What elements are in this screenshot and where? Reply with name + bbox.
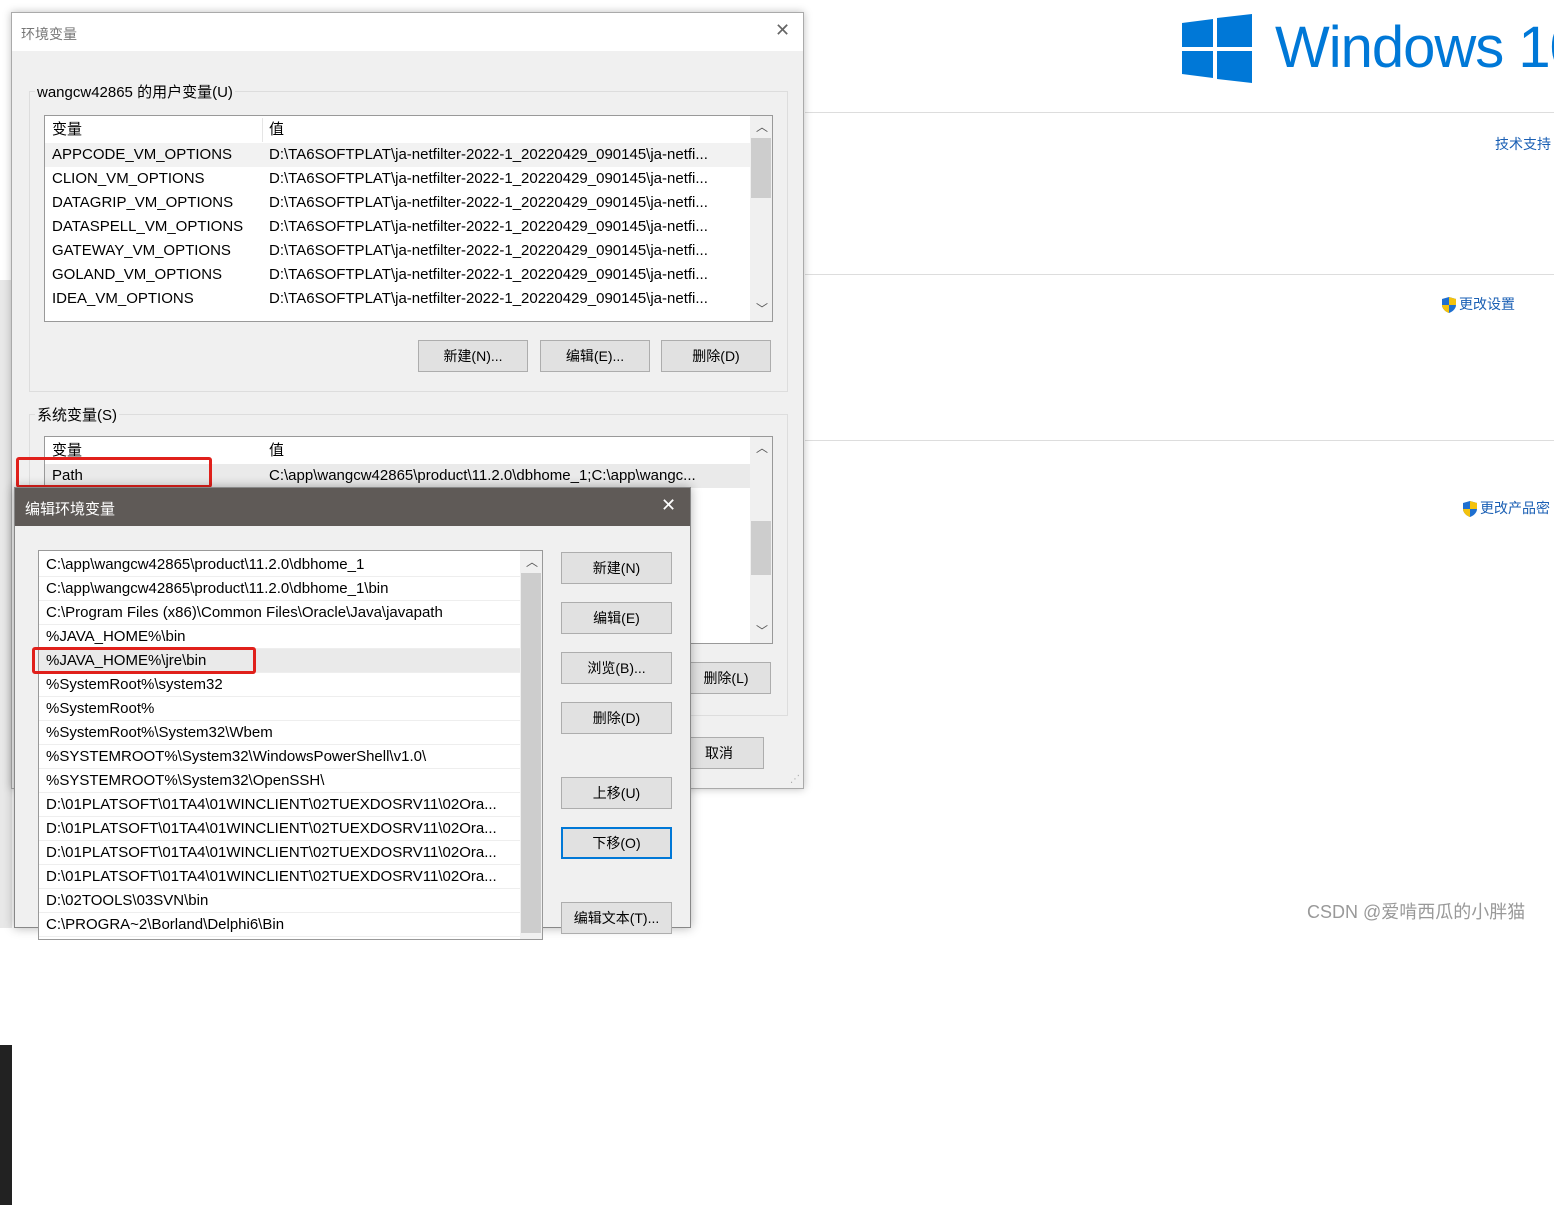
chevron-down-icon[interactable]: ﹀ — [756, 300, 768, 317]
list-item[interactable]: %SystemRoot% — [39, 697, 520, 721]
move-up-button[interactable]: 上移(U) — [561, 777, 672, 809]
column-header-value: 值 — [269, 442, 285, 459]
list-item[interactable]: C:\app\wangcw42865\product\11.2.0\dbhome… — [39, 553, 520, 577]
column-header-value: 值 — [269, 121, 285, 138]
chevron-down-icon[interactable]: ﹀ — [756, 622, 768, 639]
windows-logo-icon — [1182, 14, 1252, 83]
title-bar: 编辑环境变量 ✕ — [15, 488, 690, 526]
variable-value: D:\TA6SOFTPLAT\ja-netfilter-2022-1_20220… — [269, 146, 708, 163]
edit-button[interactable]: 编辑(E) — [561, 602, 672, 634]
button-label: 删除(L) — [703, 670, 749, 686]
divider — [805, 274, 1554, 275]
scrollbar[interactable]: ︿ — [520, 551, 542, 939]
shield-icon — [1442, 297, 1456, 314]
watermark: CSDN @爱啃西瓜的小胖猫 — [1307, 902, 1526, 922]
user-delete-button[interactable]: 删除(D) — [661, 340, 771, 372]
change-product-key-link[interactable]: 更改产品密 — [1462, 498, 1550, 518]
list-item[interactable]: C:\app\wangcw42865\product\11.2.0\dbhome… — [39, 577, 520, 601]
button-label: 取消 — [705, 745, 733, 761]
user-vars-list[interactable]: 变量 值 APPCODE_VM_OPTIONS D:\TA6SOFTPLAT\ja-… — [44, 115, 773, 322]
variable-name: DATASPELL_VM_OPTIONS — [52, 218, 244, 235]
variable-value: D:\TA6SOFTPLAT\ja-netfilter-2022-1_20220… — [269, 170, 708, 187]
list-item[interactable]: C:\Program Files (x86)\Common Files\Orac… — [39, 601, 520, 625]
highlight-box-jre-bin — [32, 647, 256, 674]
windows-title: Windows 10 — [1275, 15, 1554, 80]
divider — [805, 112, 1554, 113]
table-row[interactable]: IDEA_VM_OPTIONS D:\TA6SOFTPLAT\ja-netfilt… — [45, 287, 750, 311]
list-item[interactable]: %JAVA_HOME%\bin — [39, 625, 520, 649]
scrollbar[interactable]: ︿ ﹀ — [750, 437, 772, 643]
variable-name: CLION_VM_OPTIONS — [52, 170, 205, 187]
close-icon[interactable]: ✕ — [661, 495, 676, 516]
table-row[interactable]: APPCODE_VM_OPTIONS D:\TA6SOFTPLAT\ja-netf… — [45, 143, 750, 167]
list-item[interactable]: C:\PROGRA~2\Borland\Delphi6\Bin — [39, 913, 520, 937]
table-row[interactable]: DATAGRIP_VM_OPTIONS D:\TA6SOFTPLAT\ja-net… — [45, 191, 750, 215]
variable-value: D:\TA6SOFTPLAT\ja-netfilter-2022-1_20220… — [269, 218, 708, 235]
path-entries-list[interactable]: C:\app\wangcw42865\product\11.2.0\dbhome… — [38, 550, 543, 940]
list-item[interactable]: D:\02TOOLS\03SVN\bin — [39, 889, 520, 913]
dialog-title: 环境变量 — [21, 26, 77, 42]
list-item[interactable]: %SYSTEMROOT%\System32\WindowsPowerShell\… — [39, 745, 520, 769]
user-new-button[interactable]: 新建(N)... — [418, 340, 528, 372]
variable-name: GATEWAY_VM_OPTIONS — [52, 242, 231, 259]
user-vars-label: wangcw42865 的用户变量(U) — [35, 81, 235, 102]
new-button[interactable]: 新建(N) — [561, 552, 672, 584]
system-vars-label: 系统变量(S) — [35, 404, 119, 425]
list-item[interactable]: D:\01PLATSOFT\01TA4\01WINCLIENT\02TUEXDO… — [39, 817, 520, 841]
variable-name: DATAGRIP_VM_OPTIONS — [52, 194, 234, 211]
chevron-up-icon[interactable]: ︿ — [756, 439, 768, 456]
table-row[interactable]: DATASPELL_VM_OPTIONS D:\TA6SOFTPLAT\ja-ne… — [45, 215, 750, 239]
highlight-box-path — [16, 457, 212, 488]
scrollbar-thumb[interactable] — [521, 573, 541, 933]
close-icon[interactable]: ✕ — [775, 20, 790, 41]
list-item[interactable]: %SYSTEMROOT%\System32\OpenSSH\ — [39, 769, 520, 793]
variable-name: APPCODE_VM_OPTIONS — [52, 146, 233, 163]
delete-button[interactable]: 删除(D) — [561, 702, 672, 734]
browse-button[interactable]: 浏览(B)... — [561, 652, 672, 684]
shield-icon — [1463, 501, 1477, 518]
scrollbar-thumb[interactable] — [751, 138, 771, 198]
dialog-title: 编辑环境变量 — [25, 501, 116, 518]
variable-value: D:\TA6SOFTPLAT\ja-netfilter-2022-1_20220… — [269, 290, 708, 307]
change-settings-link[interactable]: 更改设置 — [1441, 294, 1515, 314]
column-header-variable: 变量 — [52, 121, 83, 138]
edit-text-button[interactable]: 编辑文本(T)... — [561, 902, 672, 934]
variable-value: D:\TA6SOFTPLAT\ja-netfilter-2022-1_20220… — [269, 266, 708, 283]
move-down-button[interactable]: 下移(O) — [561, 827, 672, 859]
variable-name: IDEA_VM_OPTIONS — [52, 290, 194, 307]
table-row[interactable]: GATEWAY_VM_OPTIONS D:\TA6SOFTPLAT\ja-netf… — [45, 239, 750, 263]
scrollbar[interactable]: ︿ ﹀ — [750, 116, 772, 321]
scrollbar-thumb[interactable] — [751, 521, 771, 575]
variable-value: D:\TA6SOFTPLAT\ja-netfilter-2022-1_20220… — [269, 242, 708, 259]
variable-value: C:\app\wangcw42865\product\11.2.0\dbhome… — [269, 467, 696, 484]
list-item[interactable]: %SystemRoot%\System32\Wbem — [39, 721, 520, 745]
table-row[interactable]: GOLAND_VM_OPTIONS D:\TA6SOFTPLAT\ja-netfi… — [45, 263, 750, 287]
user-edit-button[interactable]: 编辑(E)... — [540, 340, 650, 372]
variable-name: GOLAND_VM_OPTIONS — [52, 266, 223, 283]
support-link[interactable]: 技术支持 — [1495, 134, 1551, 154]
title-bar: 环境变量 ✕ — [12, 13, 803, 51]
list-item[interactable]: D:\01PLATSOFT\01TA4\01WINCLIENT\02TUEXDO… — [39, 841, 520, 865]
list-header: 变量 值 — [45, 118, 750, 142]
edit-environment-variable-dialog: 编辑环境变量 ✕ C:\app\wangcw42865\product\11.2… — [14, 487, 691, 940]
resize-grip-icon[interactable]: ⋰ — [790, 774, 800, 785]
variable-value: D:\TA6SOFTPLAT\ja-netfilter-2022-1_20220… — [269, 194, 708, 211]
list-item[interactable]: D:\01PLATSOFT\01TA4\01WINCLIENT\02TUEXDO… — [39, 865, 520, 889]
list-item[interactable]: D:\01PLATSOFT\01TA4\01WINCLIENT\02TUEXDO… — [39, 793, 520, 817]
chevron-up-icon[interactable]: ︿ — [526, 553, 538, 570]
list-item[interactable]: %SystemRoot%\system32 — [39, 673, 520, 697]
table-row[interactable]: CLION_VM_OPTIONS D:\TA6SOFTPLAT\ja-netfil… — [45, 167, 750, 191]
divider — [805, 440, 1554, 441]
chevron-up-icon[interactable]: ︿ — [756, 118, 768, 135]
